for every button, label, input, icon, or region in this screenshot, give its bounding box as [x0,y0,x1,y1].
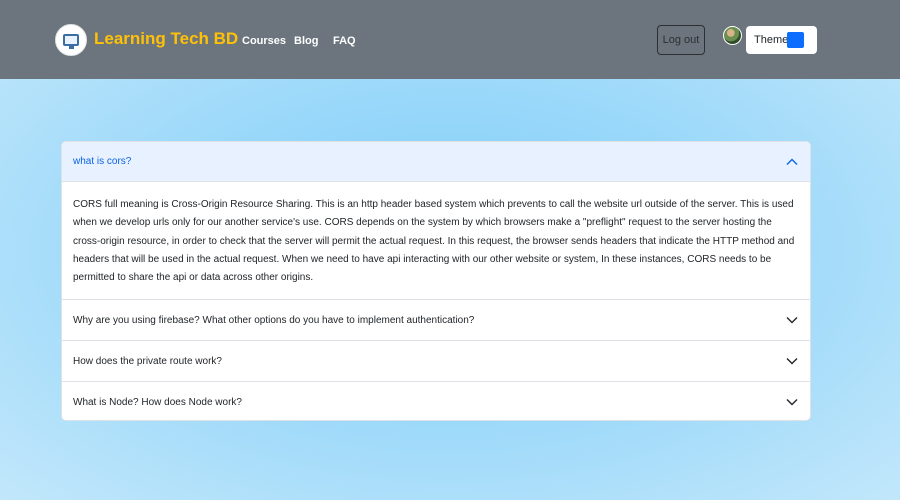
faq-question-text: How does the private route work? [73,355,222,367]
nav-link-faq[interactable]: FAQ [333,35,356,47]
chevron-down-icon [786,399,798,406]
chevron-down-icon [786,317,798,324]
faq-item: what is cors? CORS full meaning is Cross… [62,142,810,300]
faq-question-button[interactable]: How does the private route work? [62,341,810,381]
faq-question-text: Why are you using firebase? What other o… [73,314,475,326]
theme-color-swatch[interactable] [787,32,804,48]
chevron-down-icon [786,358,798,365]
faq-item: How does the private route work? [62,341,810,382]
navbar: Learning Tech BD Courses Blog FAQ Log ou… [0,0,900,79]
faq-question-button[interactable]: what is cors? [62,142,810,182]
faq-question-button[interactable]: What is Node? How does Node work? [62,382,810,420]
logout-button[interactable]: Log out [657,25,705,55]
brand-logo-icon[interactable] [55,24,87,56]
faq-question-button[interactable]: Why are you using firebase? What other o… [62,300,810,340]
brand-title[interactable]: Learning Tech BD [94,29,238,49]
chevron-up-icon [786,158,798,165]
theme-toggle[interactable]: Theme [746,26,817,54]
faq-question-text: what is cors? [73,156,132,167]
faq-item: Why are you using firebase? What other o… [62,300,810,341]
nav-link-blog[interactable]: Blog [294,35,318,47]
theme-label: Theme [754,34,789,46]
nav-link-courses[interactable]: Courses [242,35,286,47]
faq-question-text: What is Node? How does Node work? [73,396,242,408]
faq-answer: CORS full meaning is Cross-Origin Resour… [73,199,795,284]
user-avatar[interactable] [723,26,742,45]
faq-item: What is Node? How does Node work? [62,382,810,420]
faq-accordion: what is cors? CORS full meaning is Cross… [61,141,811,421]
